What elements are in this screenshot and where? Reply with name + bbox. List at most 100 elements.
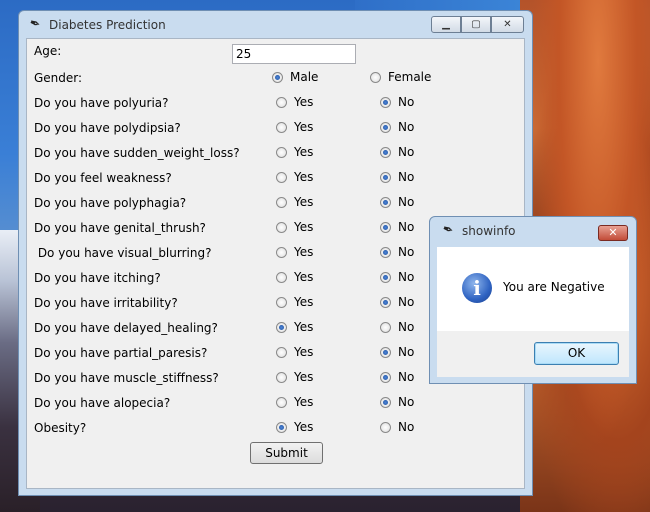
radio-button[interactable] bbox=[380, 346, 391, 358]
question-label: Do you have itching? bbox=[34, 271, 161, 285]
radio-button[interactable] bbox=[380, 196, 391, 208]
question-label: Do you have polydipsia? bbox=[34, 121, 181, 135]
gender-female-option[interactable]: Female bbox=[370, 70, 431, 84]
question-row: Do you have sudden_weight_loss? Yes No bbox=[34, 143, 514, 163]
radio-button[interactable] bbox=[276, 371, 287, 383]
answer-no-option[interactable]: No bbox=[380, 145, 414, 159]
gender-male-option[interactable]: Male bbox=[272, 70, 318, 84]
radio-button[interactable] bbox=[276, 221, 287, 233]
radio-button[interactable] bbox=[276, 246, 287, 258]
answer-yes-option[interactable]: Yes bbox=[276, 395, 313, 409]
radio-button[interactable] bbox=[380, 221, 391, 233]
radio-button[interactable] bbox=[276, 96, 287, 108]
radio-button[interactable] bbox=[380, 146, 391, 158]
close-button[interactable]: ✕ bbox=[491, 16, 524, 33]
gender-label: Gender: bbox=[34, 71, 83, 85]
answer-yes-option[interactable]: Yes bbox=[276, 220, 313, 234]
radio-button[interactable] bbox=[380, 96, 391, 108]
minimize-button[interactable]: ▁ bbox=[431, 16, 461, 33]
radio-button[interactable] bbox=[276, 196, 287, 208]
ok-button[interactable]: OK bbox=[534, 342, 619, 365]
radio-button[interactable] bbox=[276, 121, 287, 133]
gender-male-label: Male bbox=[290, 70, 319, 84]
maximize-button[interactable]: ▢ bbox=[461, 16, 491, 33]
answer-no-option[interactable]: No bbox=[380, 245, 414, 259]
answer-yes-option[interactable]: Yes bbox=[276, 145, 313, 159]
answer-no-label: No bbox=[398, 345, 415, 359]
radio-button[interactable] bbox=[380, 296, 391, 308]
answer-no-option[interactable]: No bbox=[380, 295, 414, 309]
radio-button[interactable] bbox=[276, 171, 287, 183]
showinfo-dialog: ✒ showinfo ✕ i You are Negative OK bbox=[429, 216, 637, 384]
answer-yes-option[interactable]: Yes bbox=[276, 195, 313, 209]
answer-yes-option[interactable]: Yes bbox=[276, 420, 313, 434]
radio-button[interactable] bbox=[380, 371, 391, 383]
answer-no-option[interactable]: No bbox=[380, 270, 414, 284]
answer-yes-option[interactable]: Yes bbox=[276, 95, 313, 109]
radio-button[interactable] bbox=[276, 321, 287, 333]
radio-button[interactable] bbox=[380, 171, 391, 183]
window-controls: ▁ ▢ ✕ bbox=[431, 16, 524, 33]
question-row: Do you have alopecia? Yes No bbox=[34, 393, 514, 413]
answer-yes-option[interactable]: Yes bbox=[276, 170, 313, 184]
dialog-close-button[interactable]: ✕ bbox=[598, 225, 628, 241]
answer-no-option[interactable]: No bbox=[380, 120, 414, 134]
answer-no-option[interactable]: No bbox=[380, 395, 414, 409]
main-titlebar[interactable]: ✒ Diabetes Prediction ▁ ▢ ✕ bbox=[19, 11, 532, 38]
radio-button[interactable] bbox=[380, 121, 391, 133]
radio-button[interactable] bbox=[276, 421, 287, 433]
answer-yes-option[interactable]: Yes bbox=[276, 120, 313, 134]
answer-no-option[interactable]: No bbox=[380, 370, 414, 384]
answer-yes-option[interactable]: Yes bbox=[276, 370, 313, 384]
radio-button[interactable] bbox=[276, 271, 287, 283]
question-row: Do you have polydipsia? Yes No bbox=[34, 118, 514, 138]
answer-yes-option[interactable]: Yes bbox=[276, 320, 313, 334]
answer-yes-label: Yes bbox=[294, 345, 314, 359]
window-title: Diabetes Prediction bbox=[49, 17, 166, 32]
question-row: Do you have polyphagia? Yes No bbox=[34, 193, 514, 213]
answer-yes-label: Yes bbox=[294, 120, 314, 134]
answer-no-label: No bbox=[398, 320, 415, 334]
answer-no-option[interactable]: No bbox=[380, 195, 414, 209]
radio-button[interactable] bbox=[380, 271, 391, 283]
question-label: Do you have irritability? bbox=[34, 296, 178, 310]
answer-yes-option[interactable]: Yes bbox=[276, 270, 313, 284]
answer-yes-option[interactable]: Yes bbox=[276, 295, 313, 309]
answer-yes-option[interactable]: Yes bbox=[276, 245, 313, 259]
radio-button[interactable] bbox=[380, 396, 391, 408]
radio-button[interactable] bbox=[370, 71, 381, 83]
radio-button[interactable] bbox=[380, 246, 391, 258]
radio-button[interactable] bbox=[380, 321, 391, 333]
answer-no-option[interactable]: No bbox=[380, 345, 414, 359]
radio-button[interactable] bbox=[272, 71, 283, 83]
answer-yes-label: Yes bbox=[294, 270, 314, 284]
radio-button[interactable] bbox=[276, 296, 287, 308]
answer-yes-label: Yes bbox=[294, 95, 314, 109]
answer-no-option[interactable]: No bbox=[380, 95, 414, 109]
radio-button[interactable] bbox=[276, 396, 287, 408]
answer-no-label: No bbox=[398, 395, 415, 409]
submit-button[interactable]: Submit bbox=[250, 442, 323, 464]
answer-yes-option[interactable]: Yes bbox=[276, 345, 313, 359]
radio-button[interactable] bbox=[276, 346, 287, 358]
answer-no-option[interactable]: No bbox=[380, 220, 414, 234]
answer-no-label: No bbox=[398, 195, 415, 209]
answer-yes-label: Yes bbox=[294, 195, 314, 209]
answer-no-option[interactable]: No bbox=[380, 320, 414, 334]
answer-no-option[interactable]: No bbox=[380, 420, 414, 434]
radio-button[interactable] bbox=[276, 146, 287, 158]
question-label: Do you have partial_paresis? bbox=[34, 346, 208, 360]
answer-no-label: No bbox=[398, 420, 415, 434]
feather-icon: ✒ bbox=[26, 14, 43, 33]
feather-icon: ✒ bbox=[439, 221, 456, 240]
maximize-icon: ▢ bbox=[471, 19, 481, 30]
age-row: Age: bbox=[34, 41, 514, 64]
answer-no-label: No bbox=[398, 170, 415, 184]
age-input[interactable] bbox=[232, 44, 356, 64]
question-label: Do you have genital_thrush? bbox=[34, 221, 206, 235]
info-icon: i bbox=[462, 273, 492, 303]
answer-no-option[interactable]: No bbox=[380, 170, 414, 184]
radio-button[interactable] bbox=[380, 421, 391, 433]
dialog-message: You are Negative bbox=[503, 280, 605, 294]
answer-no-label: No bbox=[398, 245, 415, 259]
